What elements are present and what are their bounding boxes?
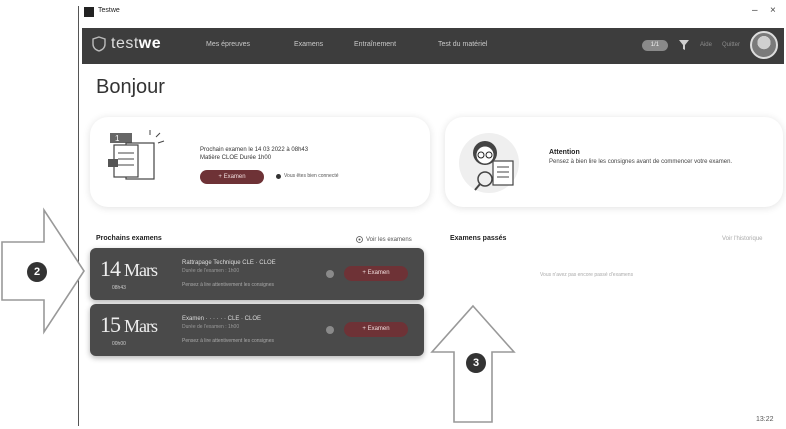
exam-month: Mars xyxy=(124,260,158,280)
attention-text: Pensez à bien lire les consignes avant d… xyxy=(549,159,733,165)
exam-title: Examen · · · · · · CLE · CLOE xyxy=(182,316,262,322)
svg-text:1: 1 xyxy=(115,134,120,143)
exam-title: Rattrapage Technique CLE · CLOE xyxy=(182,260,276,266)
next-exam-card: 1 Prochain examen le 14 03 2022 à 08h43 … xyxy=(90,117,430,207)
exam-time: 08h43 xyxy=(112,285,126,291)
annotation-badge: 3 xyxy=(466,353,486,373)
network-dot-icon xyxy=(276,173,281,179)
document-illustration-icon: 1 xyxy=(108,130,165,180)
next-exam-subject: Matière CLOE Durée 1h00 xyxy=(200,155,272,161)
credit-pill[interactable]: 1/1 xyxy=(641,39,668,51)
close-button[interactable]: × xyxy=(770,5,776,16)
app-icon xyxy=(84,7,94,17)
past-exams-empty-text: Vous n'avez pas encore passé d'examens xyxy=(540,272,634,278)
exam-note: Pensez à lire attentivement les consigne… xyxy=(182,338,274,344)
exam-time: 00h00 xyxy=(112,341,126,347)
exam-row[interactable]: 14 Mars 08h43 Rattrapage Technique CLE ·… xyxy=(90,248,424,300)
start-exam-button[interactable]: + Examen xyxy=(200,170,264,184)
exam-row[interactable]: 15 Mars 00h00 Examen · · · · · · CLE · C… xyxy=(90,304,424,356)
nav-item-test-materiel[interactable]: Test du matériel xyxy=(438,41,487,48)
avatar[interactable] xyxy=(750,31,778,59)
reading-person-illustration-icon xyxy=(459,133,519,193)
brand-name-bold: we xyxy=(138,35,162,52)
shield-logo-icon xyxy=(92,36,106,52)
system-clock: 13:22 xyxy=(756,416,774,423)
brand-name-light: test xyxy=(111,35,139,52)
network-status-text: Vous êtes bien connecté xyxy=(284,173,339,179)
exam-button-label: Examen xyxy=(367,270,390,276)
see-history-link[interactable]: Voir l'historique xyxy=(722,236,763,242)
annotation-badge: 2 xyxy=(27,262,47,282)
past-exams-title: Examens passés xyxy=(450,235,507,242)
eye-icon xyxy=(356,236,363,243)
network-status: Vous êtes bien connecté xyxy=(276,173,339,179)
next-exam-date: Prochain examen le 14 03 2022 à 08h43 xyxy=(200,147,309,153)
exam-duration: Durée de l'examen : 1h00 xyxy=(182,324,240,330)
exam-day: 15 xyxy=(100,312,121,337)
filter-icon[interactable] xyxy=(678,39,690,51)
window-titlebar: Testwe – × xyxy=(80,4,786,20)
start-exam-label: Examen xyxy=(223,174,246,180)
exam-button-label: Examen xyxy=(367,326,390,332)
see-upcoming-link[interactable]: Voir les examens xyxy=(356,236,412,243)
info-icon[interactable] xyxy=(326,270,334,278)
attention-title: Attention xyxy=(549,149,580,156)
see-upcoming-label: Voir les examens xyxy=(366,236,412,243)
minimize-button[interactable]: – xyxy=(752,5,758,16)
exam-duration: Durée de l'examen : 1h00 xyxy=(182,268,240,274)
exam-day: 14 xyxy=(100,256,121,281)
exam-button[interactable]: + Examen xyxy=(344,322,408,337)
brand-logo[interactable]: testwe xyxy=(92,35,161,53)
attention-card: Attention Pensez à bien lire les consign… xyxy=(445,117,783,207)
exam-month: Mars xyxy=(124,316,158,336)
brand-name: testwe xyxy=(111,35,161,53)
upcoming-exams-title: Prochains examens xyxy=(96,235,162,242)
window-title: Testwe xyxy=(98,7,120,14)
nav-item-examens[interactable]: Examens xyxy=(294,41,323,48)
top-navbar: testwe Mes épreuves Examens Entraînement… xyxy=(82,28,784,64)
page-title: Bonjour xyxy=(96,76,165,98)
logout-link[interactable]: Quitter xyxy=(722,42,740,48)
nav-item-epreuves[interactable]: Mes épreuves xyxy=(206,41,250,48)
help-link[interactable]: Aide xyxy=(700,42,712,48)
exam-note: Pensez à lire attentivement les consigne… xyxy=(182,282,274,288)
navbar-right-group: 1/1 Aide Quitter xyxy=(641,31,778,59)
exam-button[interactable]: + Examen xyxy=(344,266,408,281)
nav-item-entrainement[interactable]: Entraînement xyxy=(354,41,396,48)
info-icon[interactable] xyxy=(326,326,334,334)
